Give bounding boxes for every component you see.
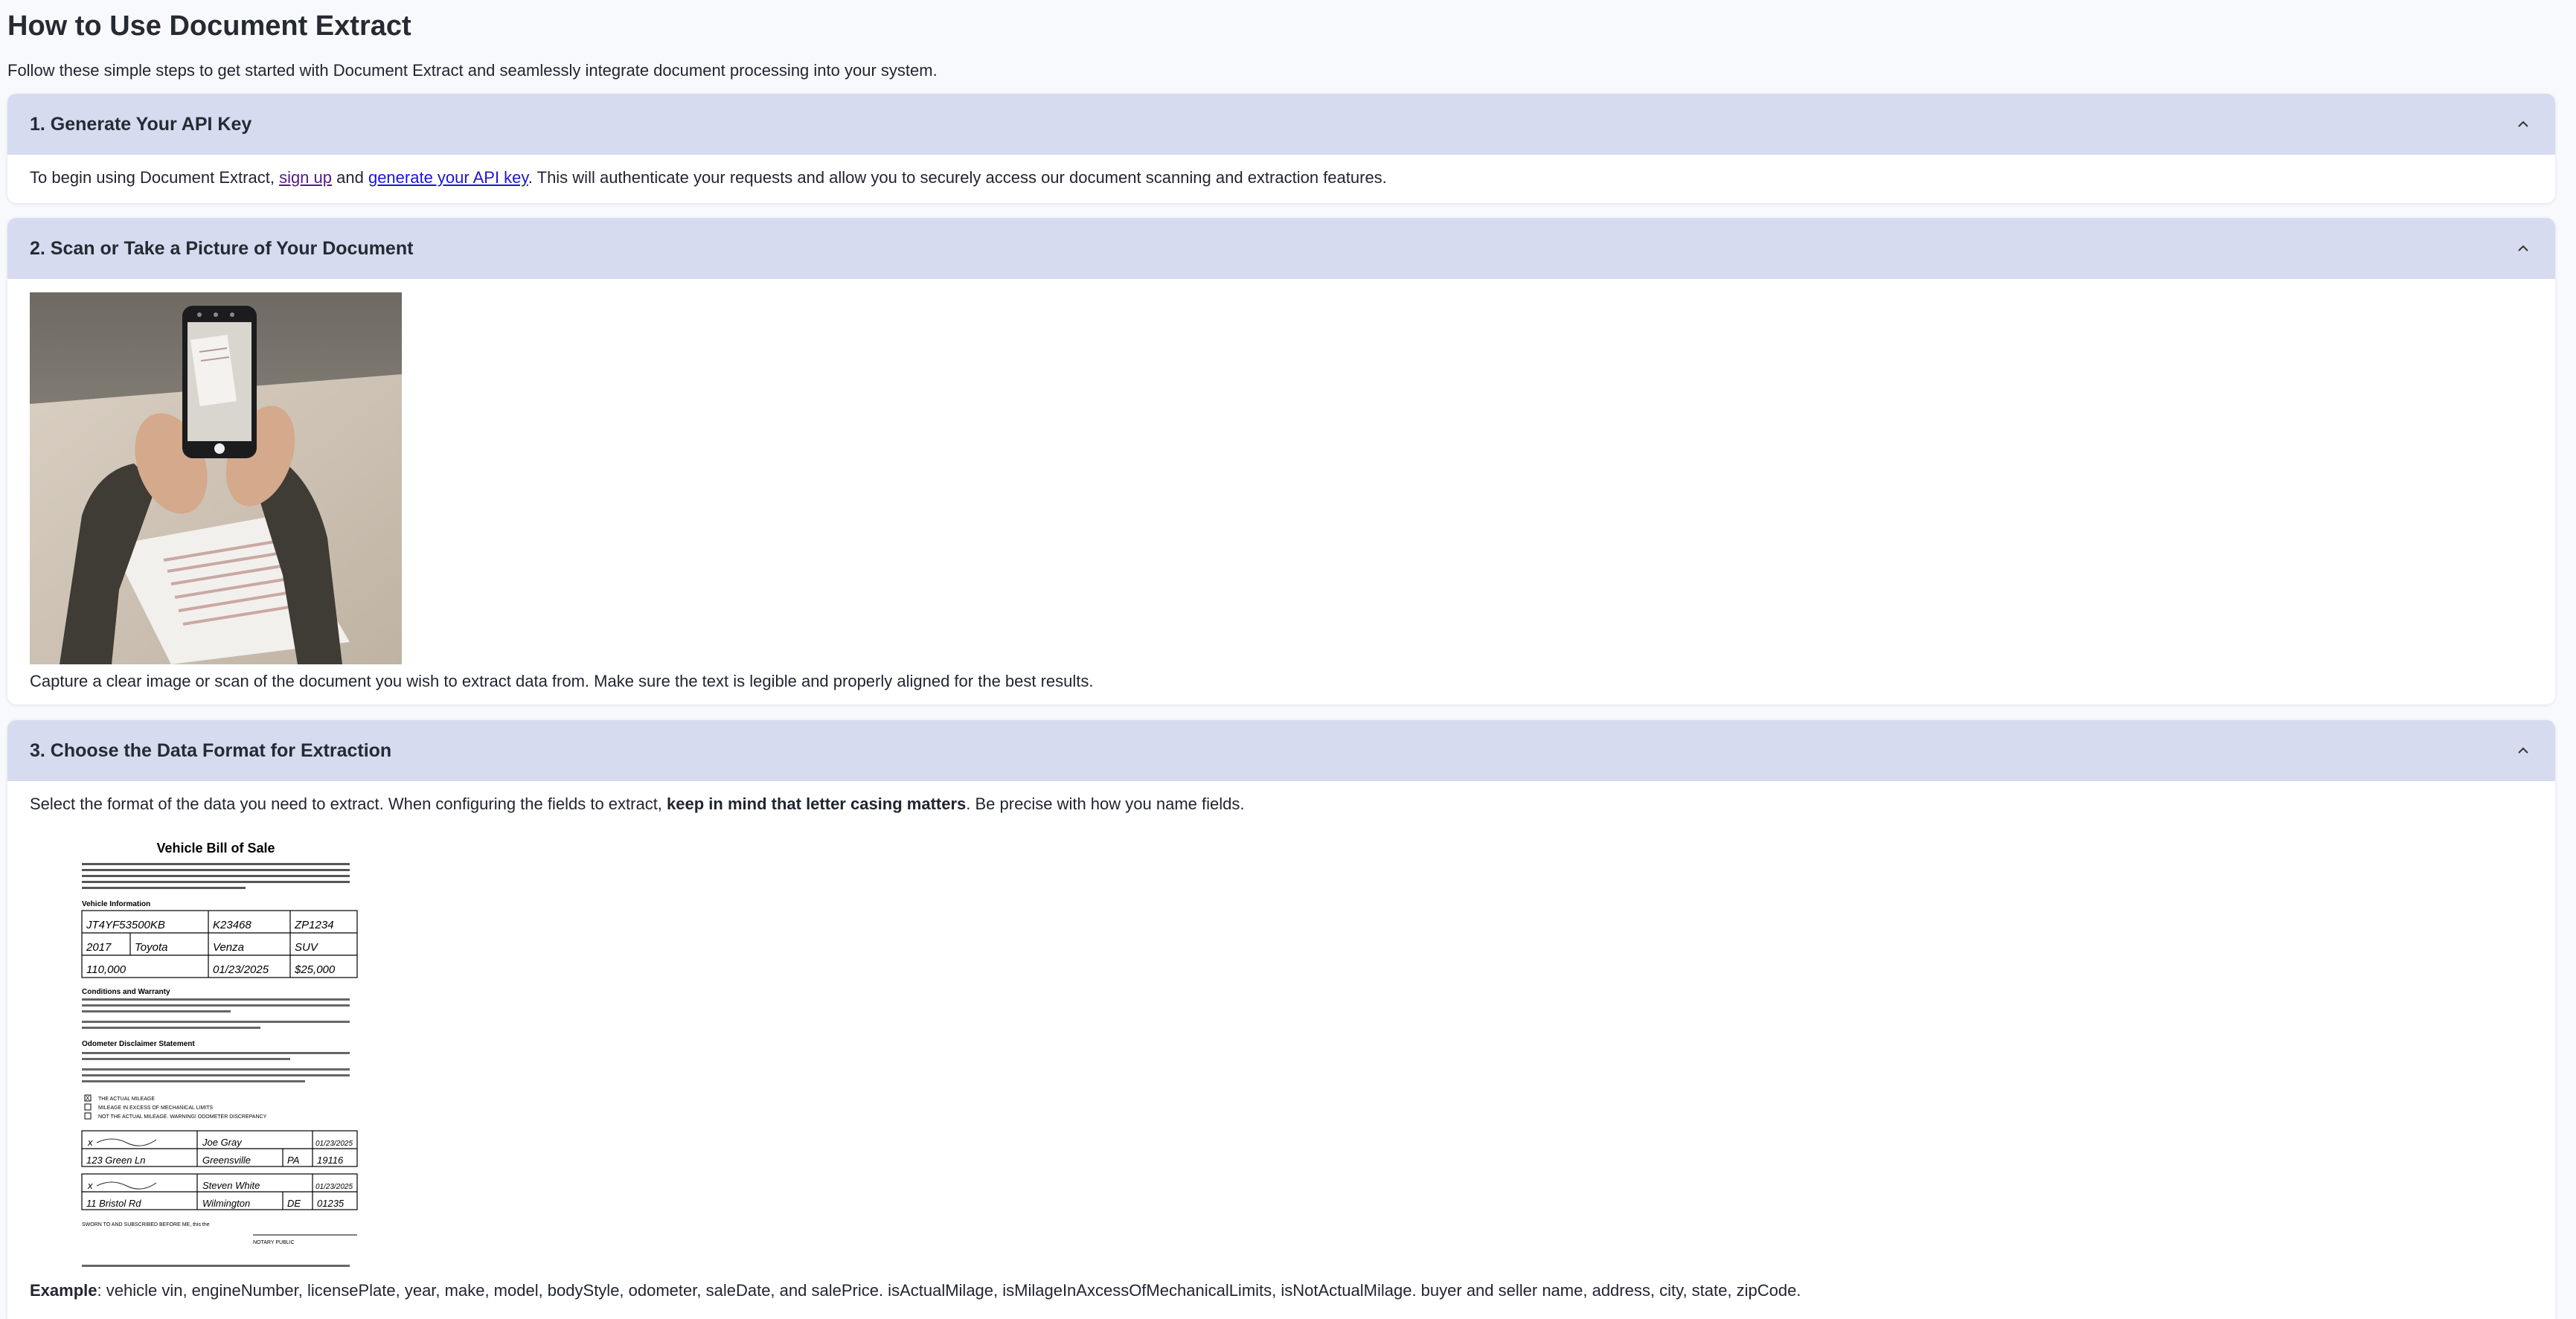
step-1-text-middle: and: [332, 168, 368, 187]
buyer-city: Wilmington: [202, 1198, 250, 1209]
seller-address: 123 Green Ln: [86, 1155, 146, 1166]
step-3-title: 3. Choose the Data Format for Extraction: [30, 739, 392, 761]
year-value: 2017: [86, 941, 112, 954]
check-not-actual: NOT THE ACTUAL MILEAGE. WARNING! ODOMETE…: [98, 1114, 267, 1120]
step-1-title: 1. Generate Your API Key: [30, 113, 252, 135]
step-1-panel: 1. Generate Your API Key To begin using …: [7, 94, 2555, 203]
chevron-up-icon[interactable]: [2513, 115, 2533, 134]
svg-text:x: x: [87, 1137, 93, 1148]
plate-value: ZP1234: [294, 919, 334, 931]
model-value: Venza: [213, 941, 244, 954]
buyer-date: 01/23/2025: [315, 1183, 353, 1191]
seller-zip: 19116: [317, 1155, 344, 1166]
step-3-body: Select the format of the data you need t…: [7, 781, 2555, 1319]
seller-date: 01/23/2025: [315, 1140, 353, 1148]
check-excess: MILEAGE IN EXCESS OF MECHANICAL LIMITS: [98, 1105, 213, 1111]
buyer-state: DE: [287, 1198, 301, 1209]
price-value: $25,000: [294, 963, 336, 976]
seller-city: Greensville: [202, 1155, 251, 1166]
bill-title: Vehicle Bill of Sale: [156, 841, 275, 856]
chevron-up-icon[interactable]: [2513, 239, 2533, 258]
step-1-text: To begin using Document Extract,: [30, 168, 280, 187]
section-odometer: Odometer Disclaimer Statement: [82, 1040, 195, 1048]
odometer-value: 110,000: [86, 963, 126, 976]
page-subtitle: Follow these simple steps to get started…: [7, 61, 938, 80]
engine-value: K23468: [213, 919, 251, 931]
step-3-intro-after: . Be precise with how you name fields.: [966, 795, 1245, 813]
section-conditions: Conditions and Warranty: [82, 988, 170, 996]
generate-api-key-link[interactable]: generate your API key: [368, 168, 528, 187]
seller-state: PA: [287, 1155, 299, 1166]
step-3-panel: 3. Choose the Data Format for Extraction…: [7, 720, 2555, 1319]
step-2-panel: 2. Scan or Take a Picture of Your Docume…: [7, 218, 2555, 705]
step-2-header[interactable]: 2. Scan or Take a Picture of Your Docume…: [7, 218, 2555, 279]
svg-text:x: x: [87, 1180, 93, 1191]
example-label: Example: [30, 1281, 97, 1300]
step-2-body: Capture a clear image or scan of the doc…: [7, 279, 2555, 705]
example-text: : vehicle vin, engineNumber, licensePlat…: [97, 1281, 1801, 1300]
vin-value: JT4YF53500KB: [86, 919, 165, 931]
step-2-caption: Capture a clear image or scan of the doc…: [30, 672, 1094, 690]
check-actual: THE ACTUAL MILEAGE: [98, 1097, 155, 1102]
notary-text: NOTARY PUBLIC: [253, 1240, 295, 1245]
seller-name: Joe Gray: [202, 1137, 243, 1148]
chevron-up-icon[interactable]: [2513, 741, 2533, 760]
step-3-intro-text: Select the format of the data you need t…: [30, 795, 667, 813]
step-1-body: To begin using Document Extract, sign up…: [7, 155, 2555, 203]
make-value: Toyota: [135, 941, 167, 954]
section-vehicle: Vehicle Information: [82, 900, 150, 908]
body-value: SUV: [295, 941, 319, 954]
sign-up-link[interactable]: sign up: [279, 168, 332, 187]
casing-warning: keep in mind that letter casing matters: [667, 795, 967, 813]
step-3-example: Example: vehicle vin, engineNumber, lice…: [30, 1280, 2533, 1302]
step-3-intro: Select the format of the data you need t…: [30, 793, 2533, 815]
step-1-text-after: . This will authenticate your requests a…: [528, 168, 1387, 187]
svg-text:X: X: [86, 1095, 90, 1102]
buyer-name: Steven White: [202, 1180, 260, 1191]
step-2-title: 2. Scan or Take a Picture of Your Docume…: [30, 237, 414, 259]
step-1-header[interactable]: 1. Generate Your API Key: [7, 94, 2555, 155]
phone-scanning-document-image: [30, 292, 402, 664]
sale-date-value: 01/23/2025: [213, 963, 269, 976]
page-title: How to Use Document Extract: [7, 10, 411, 42]
bill-of-sale-image: Vehicle Bill of Sale Vehicle Information…: [30, 818, 402, 1280]
sworn-text: SWORN TO AND SUBSCRIBED BEFORE ME, this …: [82, 1222, 210, 1227]
step-3-header[interactable]: 3. Choose the Data Format for Extraction: [7, 720, 2555, 781]
buyer-address: 11 Bristol Rd: [86, 1198, 141, 1209]
buyer-zip: 01235: [317, 1198, 345, 1209]
